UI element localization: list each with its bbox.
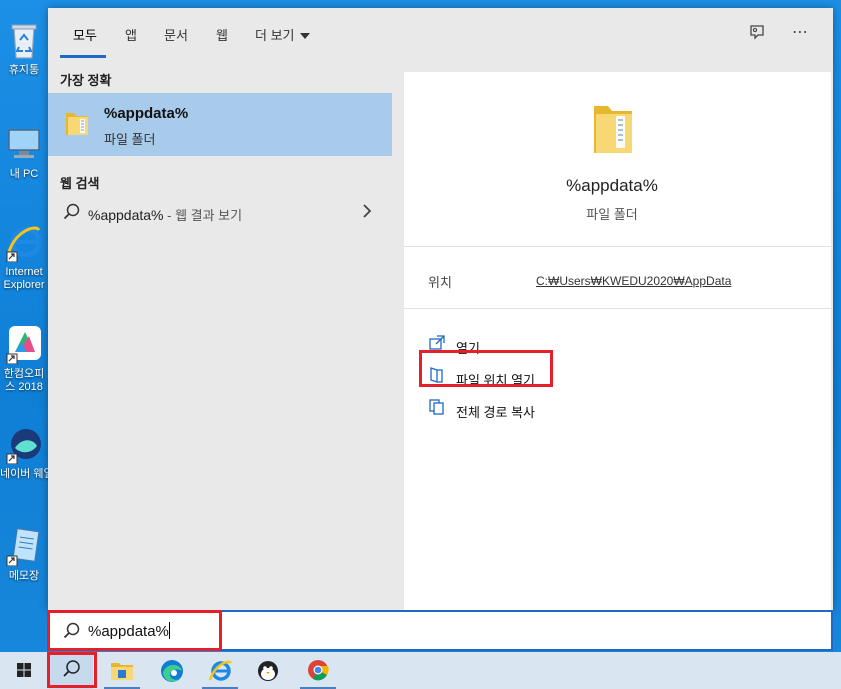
file-explorer-icon[interactable] (100, 652, 144, 689)
results-list: 가장 정확 %appdata% 파일 폴더 웹 검색 %appdata% - 웹… (48, 60, 393, 610)
desktop-icon-label: 휴지통 (8, 64, 40, 76)
desktop-icon-internet-explorer[interactable]: Internet Explorer (0, 222, 48, 292)
chrome-icon[interactable] (296, 652, 340, 689)
best-match-result[interactable]: %appdata% 파일 폴더 (48, 93, 392, 156)
copy-full-path-label: 전체 경로 복사 (456, 405, 535, 420)
caret-down-icon (299, 33, 310, 39)
edge-icon[interactable] (150, 652, 194, 689)
desktop-icon-my-pc[interactable]: 내 PC (0, 124, 48, 181)
internet-explorer-icon (5, 222, 43, 263)
desktop-icon-label: 네이버 웨일 (0, 468, 48, 480)
folder-large-icon (590, 96, 636, 161)
computer-icon (5, 124, 43, 164)
highlight-search-box (47, 610, 222, 651)
desktop-icon-recycle-bin[interactable]: 휴지통 (0, 20, 48, 77)
best-match-heading: 가장 정확 (60, 73, 112, 88)
desktop-icon-hancom-office[interactable]: 한컴오피스 2018 (0, 324, 48, 394)
taskbar (0, 652, 841, 689)
start-button[interactable] (2, 652, 46, 689)
whale-icon (5, 424, 43, 465)
more-options-icon[interactable]: ⋯ (788, 22, 812, 46)
web-search-text: %appdata% - 웹 결과 보기 (88, 205, 242, 224)
active-tab-indicator (60, 55, 106, 58)
hancom-office-icon (5, 324, 43, 365)
search-panel: 모두 앱 문서 웹 더 보기 ⋯ 가장 정확 %appdata% 파일 폴더 웹… (48, 8, 833, 610)
notepad-icon (5, 526, 43, 567)
recycle-bin-icon (5, 20, 43, 60)
tab-web[interactable]: 웹 (216, 25, 228, 44)
chevron-right-icon[interactable] (360, 200, 374, 227)
preview-title: %appdata% (566, 176, 658, 195)
search-tabs: 모두 앱 문서 웹 더 보기 ⋯ (48, 8, 833, 60)
divider (404, 246, 831, 247)
folder-icon (64, 107, 90, 142)
desktop-icon-notepad[interactable]: 메모장 (0, 526, 48, 583)
highlight-open-file-location (419, 350, 553, 387)
web-search-suffix: - 웹 결과 보기 (163, 208, 243, 223)
desktop-icon-naver-whale[interactable]: 네이버 웨일 (0, 424, 48, 481)
search-icon (62, 202, 82, 227)
tab-all[interactable]: 모두 (73, 25, 97, 44)
tab-documents[interactable]: 문서 (164, 25, 188, 44)
best-match-type: 파일 폴더 (104, 132, 156, 147)
web-search-query: %appdata% (88, 207, 164, 223)
copy-icon (428, 398, 446, 421)
location-path-link[interactable]: C:₩Users₩KWEDU2020₩AppData (536, 274, 731, 288)
preview-pane: %appdata% 파일 폴더 위치 C:₩Users₩KWEDU2020₩Ap… (404, 72, 831, 610)
tab-more-label: 더 보기 (255, 28, 295, 43)
web-search-heading: 웹 검색 (60, 176, 100, 191)
desktop-icon-label: 메모장 (8, 570, 40, 582)
desktop-icon-label: 내 PC (9, 168, 39, 180)
web-search-result[interactable]: %appdata% - 웹 결과 보기 (48, 196, 392, 232)
desktop-icon-label: Internet Explorer (3, 266, 45, 291)
highlight-taskbar-search (47, 652, 97, 688)
divider (404, 308, 831, 309)
best-match-name: %appdata% (104, 105, 189, 122)
desktop-icon-label: 한컴오피스 2018 (3, 368, 45, 393)
location-label: 위치 (428, 275, 452, 290)
internet-explorer-taskbar-icon[interactable] (198, 652, 242, 689)
feedback-icon[interactable] (745, 22, 769, 46)
kakaotalk-penguin-icon[interactable] (246, 652, 290, 689)
tab-more[interactable]: 더 보기 (255, 25, 310, 44)
preview-type: 파일 폴더 (586, 207, 638, 222)
tab-apps[interactable]: 앱 (125, 25, 137, 44)
copy-full-path-action[interactable]: 전체 경로 복사 (428, 398, 558, 422)
